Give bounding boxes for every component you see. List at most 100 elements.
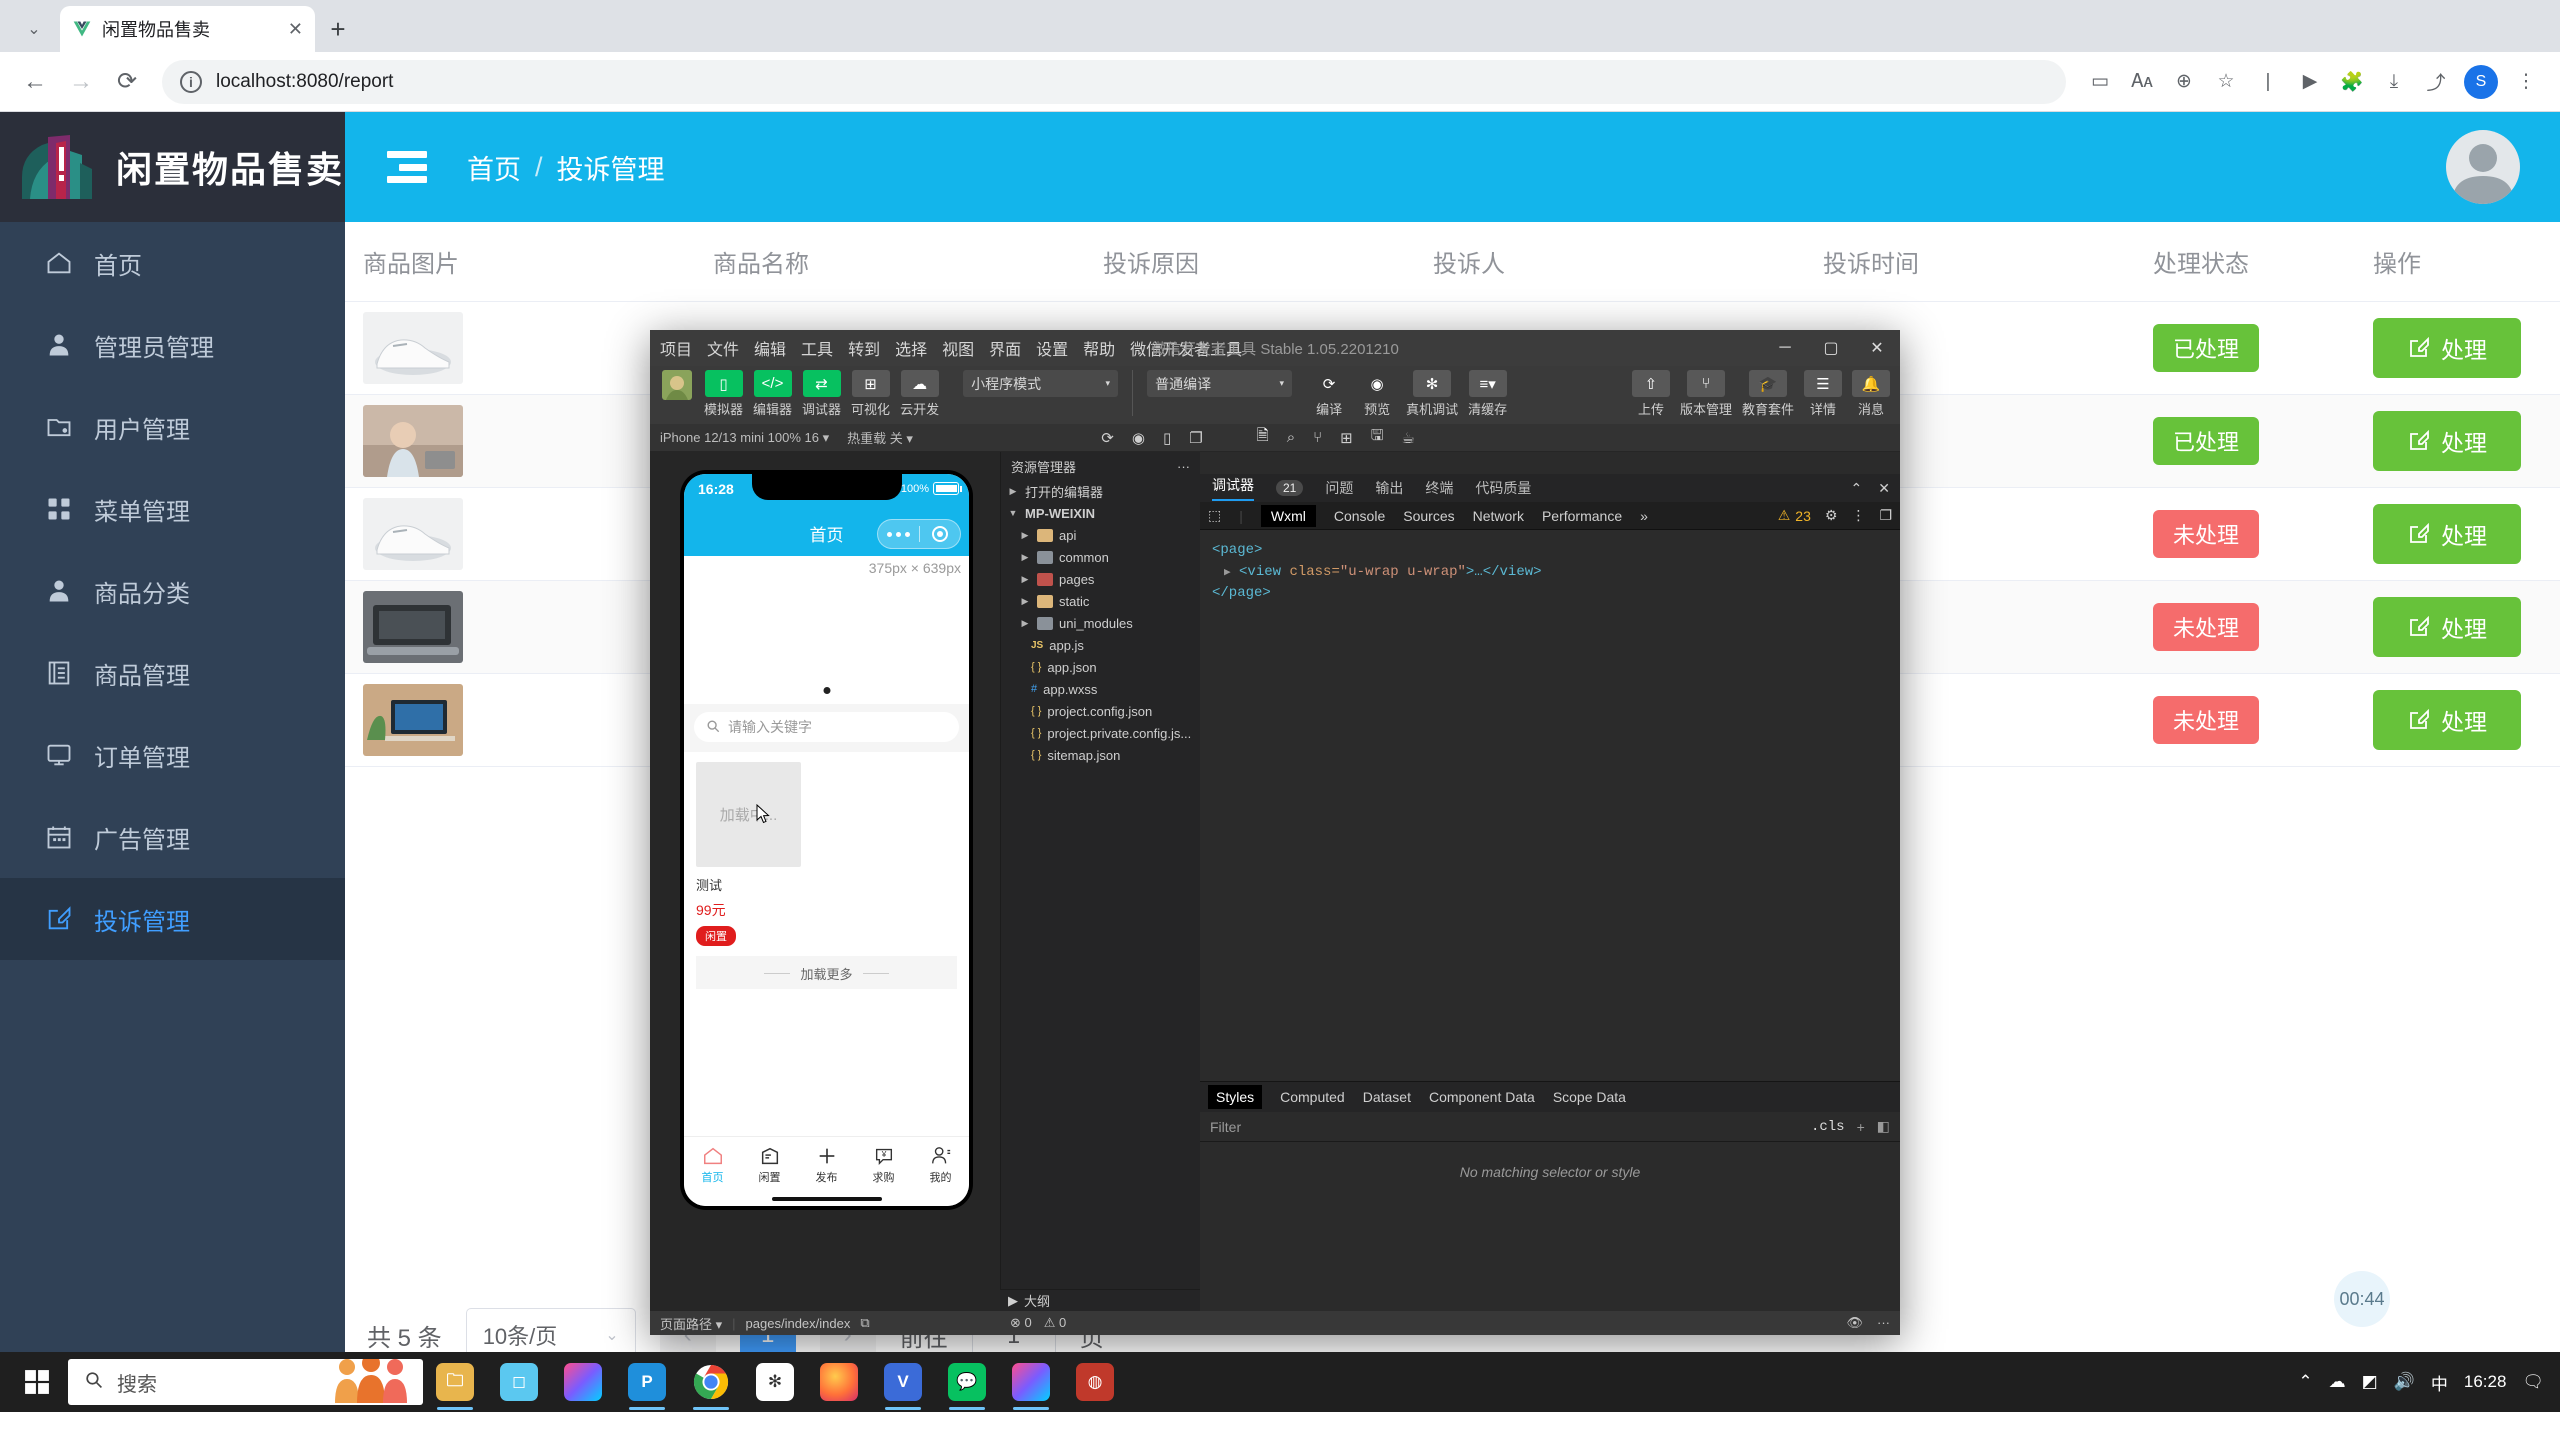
notification-center-icon[interactable]: 🗨 [2522, 1372, 2544, 1392]
taskbar-clock[interactable]: 16:28 [2464, 1372, 2507, 1392]
tab-search-icon[interactable]: ⌄ [8, 6, 60, 52]
taskbar-app-firefox[interactable] [807, 1352, 871, 1412]
banner-carousel[interactable] [684, 576, 969, 704]
tree-item-pages[interactable]: ▶ pages [1001, 568, 1200, 590]
expand-icon[interactable]: ▶ [1224, 567, 1231, 579]
handle-button[interactable]: 处理 [2373, 411, 2521, 471]
tree-item-app-json[interactable]: { } app.json [1001, 656, 1200, 678]
tab-terminal[interactable]: 终端 [1425, 478, 1453, 498]
menu-devtools[interactable]: 微信开发者工具 [1130, 336, 1242, 360]
browser-tab[interactable]: 闲置物品售卖 ✕ [60, 6, 315, 52]
taskbar-app-colorful[interactable] [551, 1352, 615, 1412]
tab-code-quality[interactable]: 代码质量 [1475, 478, 1531, 498]
zoom-icon[interactable]: ⊕ [2164, 62, 2204, 102]
onedrive-icon[interactable]: ☁ [2329, 1372, 2346, 1392]
toolbar-upload[interactable]: ⇧ 上传 [1631, 370, 1670, 418]
ime-indicator[interactable]: 中 [2431, 1370, 2448, 1395]
tree-item-static[interactable]: ▶ static [1001, 590, 1200, 612]
menu-file[interactable]: 文件 [707, 336, 739, 360]
project-avatar[interactable] [660, 370, 694, 400]
record-icon[interactable]: ◉ [1132, 429, 1145, 447]
new-tab-button[interactable]: + [315, 6, 361, 52]
media-icon[interactable]: ▶ [2290, 62, 2330, 102]
search-input[interactable]: 请输入关键字 [694, 712, 959, 742]
sidebar-item-user-manage[interactable]: 用户管理 [0, 386, 345, 468]
gear-icon[interactable]: ⚙ [1825, 507, 1838, 524]
taskbar-app-chrome[interactable] [679, 1352, 743, 1412]
styles-tab-component-data[interactable]: Component Data [1429, 1089, 1535, 1105]
translate-icon[interactable]: 🗛 [2122, 62, 2162, 102]
tab-output[interactable]: 输出 [1375, 478, 1403, 498]
sidebar-item-product-category[interactable]: 商品分类 [0, 550, 345, 632]
error-count[interactable]: ⊗ 0 [1010, 1315, 1032, 1331]
cloud-db-icon[interactable]: ☕ [1402, 429, 1415, 447]
toolbar-real-device-debug[interactable]: ✻ 真机调试 [1406, 370, 1458, 418]
compile-select[interactable]: 普通编译 ▾ [1147, 370, 1293, 397]
styles-filter-input[interactable]: Filter [1210, 1119, 1241, 1135]
panel-overflow-icon[interactable]: » [1640, 508, 1648, 524]
toolbar-education-kit[interactable]: 🎓 教育套件 [1742, 370, 1794, 418]
collapse-icon[interactable]: ⌃ [1851, 480, 1863, 497]
styles-tab-styles[interactable]: Styles [1208, 1085, 1263, 1109]
network-icon[interactable]: ◩ [2362, 1372, 2378, 1392]
menu-interface[interactable]: 界面 [989, 336, 1021, 360]
kebab-menu-icon[interactable]: ⋮ [1851, 507, 1865, 524]
taskbar-app-wechat[interactable]: 💬 [935, 1352, 999, 1412]
dock-icon[interactable]: ❐ [1879, 507, 1892, 524]
toggle-sidebar-icon[interactable]: ◧ [1877, 1118, 1890, 1135]
load-more[interactable]: 加载更多 [696, 956, 957, 989]
sidebar-item-admin-manage[interactable]: 管理员管理 [0, 304, 345, 386]
panel-tab-sources[interactable]: Sources [1403, 508, 1454, 524]
share-icon[interactable]: ⤴ [2416, 62, 2456, 102]
cls-button[interactable]: .cls [1811, 1119, 1845, 1135]
hotreload-select[interactable]: 热重载 关 ▾ [847, 428, 913, 447]
copy-icon[interactable]: ⧉ [860, 1315, 869, 1331]
sidebar-item-menu-manage[interactable]: 菜单管理 [0, 468, 345, 550]
project-root-row[interactable]: ▼ MP-WEIXIN [1001, 502, 1200, 524]
minimize-icon[interactable]: ─ [1762, 330, 1808, 366]
taskbar-app-photo[interactable]: ◍ [1063, 1352, 1127, 1412]
floating-timer-badge[interactable]: 00:44 [2334, 1271, 2390, 1327]
more-menu-icon[interactable]: ⋮ [2506, 62, 2546, 102]
styles-tab-dataset[interactable]: Dataset [1363, 1089, 1411, 1105]
taskbar-app-vue[interactable]: V [871, 1352, 935, 1412]
menu-collapse-icon[interactable] [387, 151, 427, 183]
puzzle-icon[interactable]: 🧩 [2332, 62, 2372, 102]
eye-icon[interactable]: 👁 [1846, 1315, 1863, 1331]
sidebar-item-complaint-manage[interactable]: 投诉管理 [0, 878, 345, 960]
tree-item-app-js[interactable]: JS app.js [1001, 634, 1200, 656]
toolbar-preview[interactable]: ◉ 预览 [1358, 370, 1396, 418]
styles-tab-computed[interactable]: Computed [1280, 1089, 1345, 1105]
toolbar-editor[interactable]: </> 编辑器 [753, 370, 792, 418]
tab-publish[interactable]: 发布 [798, 1137, 855, 1192]
avatar[interactable] [2446, 130, 2520, 204]
menu-project[interactable]: 项目 [660, 336, 692, 360]
menu-help[interactable]: 帮助 [1083, 336, 1115, 360]
sidebar-item-home[interactable]: 首页 [0, 222, 345, 304]
device-frame-icon[interactable]: ▯ [1163, 429, 1171, 447]
toolbar-cloud[interactable]: ☁ 云开发 [900, 370, 939, 418]
tree-item-common[interactable]: ▶ common [1001, 546, 1200, 568]
start-button[interactable] [6, 1352, 68, 1412]
breadcrumb-root[interactable]: 首页 [467, 148, 521, 187]
extensions-icon[interactable]: ⊞ [1340, 429, 1353, 447]
forward-icon[interactable]: → [60, 61, 102, 103]
toolbar-compile[interactable]: ⟳ 编译 [1310, 370, 1348, 418]
handle-button[interactable]: 处理 [2373, 504, 2521, 564]
tree-item-sitemap[interactable]: { } sitemap.json [1001, 744, 1200, 766]
profile-avatar[interactable]: S [2464, 64, 2498, 99]
tree-item-uni-modules[interactable]: ▶ uni_modules [1001, 612, 1200, 634]
menu-tools[interactable]: 工具 [801, 336, 833, 360]
tree-item-project-config[interactable]: { } project.config.json [1001, 700, 1200, 722]
menu-goto[interactable]: 转到 [848, 336, 880, 360]
close-icon[interactable]: ✕ [1854, 330, 1900, 366]
toolbar-visual[interactable]: ⊞ 可视化 [851, 370, 890, 418]
toolbar-messages[interactable]: 🔔 消息 [1852, 370, 1890, 418]
panel-tab-wxml[interactable]: Wxml [1260, 504, 1316, 527]
tree-item-app-wxss[interactable]: # app.wxss [1001, 678, 1200, 700]
taskbar-app-file-explorer[interactable]: 🗀 [423, 1352, 487, 1412]
bookmark-star-icon[interactable]: ☆ [2206, 62, 2246, 102]
volume-icon[interactable]: 🔊 [2394, 1372, 2415, 1392]
page-path-label[interactable]: 页面路径 ▾ [660, 1314, 722, 1333]
more-icon[interactable]: ··· [1877, 1315, 1890, 1331]
